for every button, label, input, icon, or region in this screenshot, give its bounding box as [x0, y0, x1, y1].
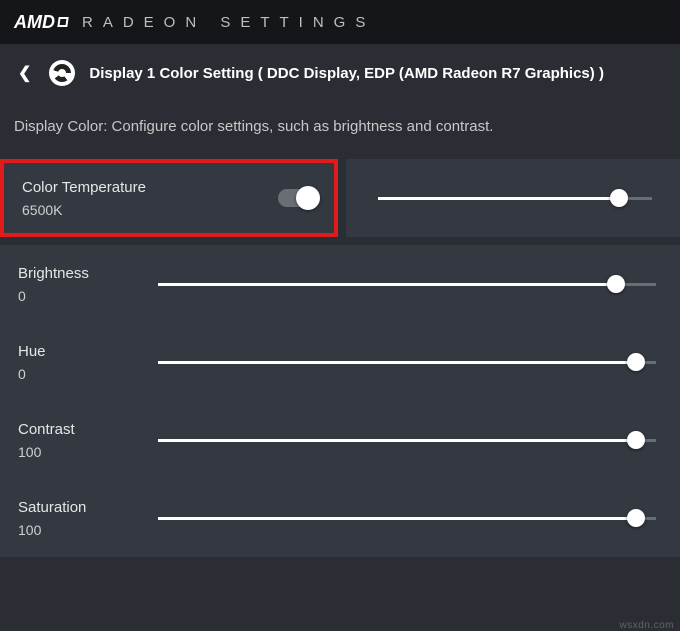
contrast-slider[interactable]	[158, 428, 656, 452]
saturation-slider[interactable]	[158, 506, 656, 530]
page-description: Display Color: Configure color settings,…	[0, 96, 680, 159]
color-temperature-label: Color Temperature	[22, 179, 146, 196]
color-temperature-slider[interactable]	[378, 186, 652, 210]
back-button[interactable]: ❮	[14, 61, 35, 85]
brightness-slider[interactable]	[158, 272, 656, 296]
color-temperature-value: 6500K	[22, 202, 146, 218]
brightness-label: Brightness	[18, 265, 158, 282]
titlebar: AMD RADEON SETTINGS	[0, 0, 680, 44]
contrast-label: Contrast	[18, 421, 158, 438]
contrast-row: Contrast 100	[0, 401, 680, 479]
breadcrumb: ❮ Display 1 Color Setting ( DDC Display,…	[0, 44, 680, 96]
color-temperature-slider-panel	[346, 159, 680, 237]
page-title: Display 1 Color Setting ( DDC Display, E…	[89, 65, 604, 82]
saturation-label: Saturation	[18, 499, 158, 516]
hue-slider[interactable]	[158, 350, 656, 374]
saturation-value: 100	[18, 522, 158, 538]
saturation-row: Saturation 100	[0, 479, 680, 557]
color-temperature-toggle[interactable]	[278, 189, 316, 207]
app-title: RADEON SETTINGS	[82, 14, 375, 31]
brightness-row: Brightness 0	[0, 245, 680, 323]
settings-list: Color Temperature 6500K Brightness 0	[0, 159, 680, 557]
color-temperature-toggle-panel: Color Temperature 6500K	[0, 159, 338, 237]
hue-row: Hue 0	[0, 323, 680, 401]
brightness-value: 0	[18, 288, 158, 304]
contrast-value: 100	[18, 444, 158, 460]
hue-label: Hue	[18, 343, 158, 360]
amd-logo: AMD	[14, 12, 68, 33]
display-color-icon	[49, 60, 75, 86]
hue-value: 0	[18, 366, 158, 382]
color-temperature-row: Color Temperature 6500K	[0, 159, 680, 237]
